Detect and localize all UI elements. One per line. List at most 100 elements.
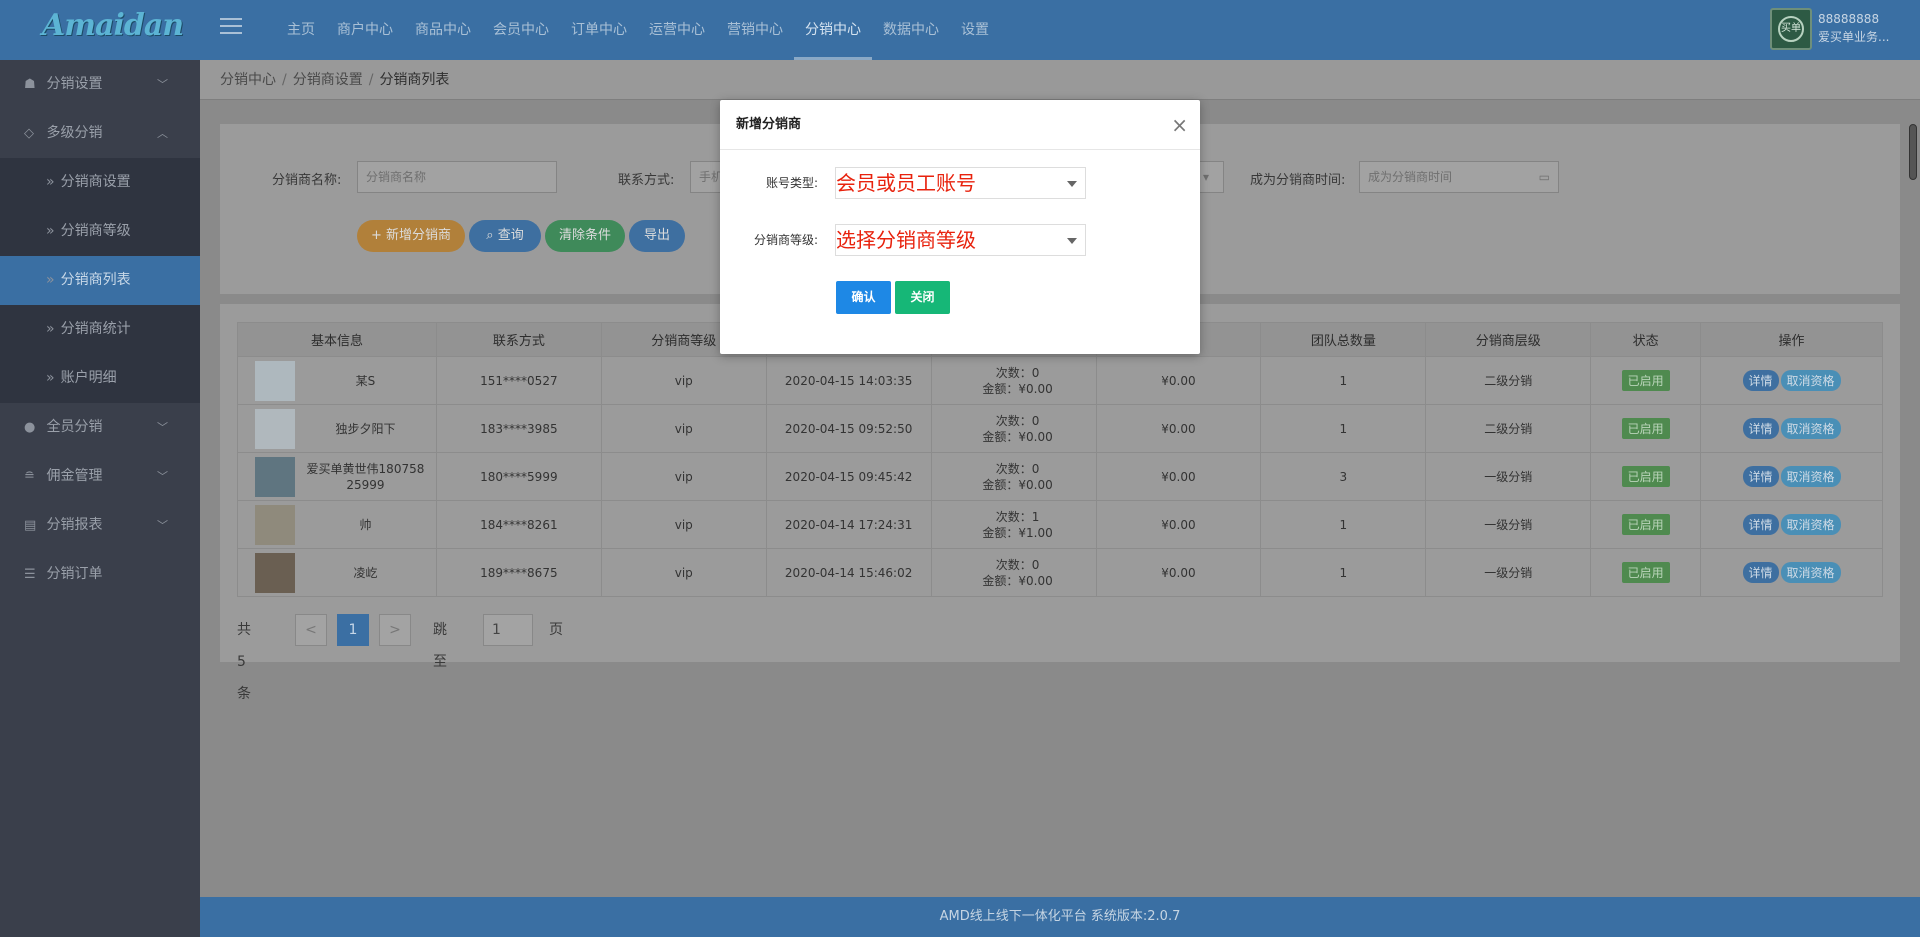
avatar [255, 504, 295, 545]
col-contact: 联系方式 [435, 322, 602, 357]
nav-distribution[interactable]: 分销中心 [794, 0, 872, 60]
search-icon: ⌕ [486, 228, 498, 243]
name-filter-input[interactable]: 分销商名称 [357, 161, 557, 193]
tier-cell: 一级分销 [1425, 500, 1592, 549]
confirm-button[interactable]: 确认 [836, 281, 891, 314]
nav-data[interactable]: 数据中心 [872, 0, 950, 60]
nav-home[interactable]: 主页 [276, 0, 326, 60]
sidebar-sub-distributor-settings[interactable]: » 分销商设置 [0, 158, 200, 207]
users-icon: ☗ [24, 77, 36, 92]
nav-merchant[interactable]: 商户中心 [326, 0, 404, 60]
chevron-down-icon [1067, 238, 1077, 244]
clear-filters-button[interactable]: 清除条件 [545, 220, 625, 252]
balance-cell: ¥0.00 [1095, 452, 1262, 501]
detail-button[interactable]: 详情 [1742, 370, 1779, 391]
distributor-table: 基本信息 联系方式 分销商等级 团队总数量 分销商层级 状态 操作 某S 151… [237, 322, 1883, 597]
avatar [255, 456, 295, 497]
list-icon: ☰ [24, 567, 36, 582]
name-filter-label: 分销商名称: [272, 173, 342, 188]
cancel-qualification-button[interactable]: 取消资格 [1780, 370, 1841, 391]
time-filter-label: 成为分销商时间: [1250, 173, 1346, 188]
sidebar-item-commission[interactable]: ≘ 佣金管理 ﹀ [0, 452, 200, 501]
time-filter-input[interactable]: 成为分销商时间 ▭ [1359, 161, 1559, 193]
distributor-level-value: 选择分销商等级 [836, 228, 976, 252]
cancel-qualification-button[interactable]: 取消资格 [1780, 418, 1841, 439]
close-icon[interactable]: × [1171, 100, 1188, 150]
next-page-button[interactable]: > [379, 614, 411, 646]
top-bar: Amaidan 主页 商户中心 商品中心 会员中心 订单中心 运营中心 营销中心… [0, 0, 1920, 60]
breadcrumb: 分销中心 / 分销商设置 / 分销商列表 [200, 60, 1920, 100]
chevron-down-icon: ﹀ [157, 519, 168, 532]
sidebar-item-distribution-settings[interactable]: ☗ 分销设置 ﹀ [0, 60, 200, 109]
jump-input[interactable]: 1 [483, 614, 533, 646]
user-name: 爱买单业务... [1818, 30, 1890, 44]
status-cell: 已启用 [1590, 500, 1702, 549]
nav-order[interactable]: 订单中心 [560, 0, 638, 60]
sidebar-sub-label: 分销商设置 [60, 174, 131, 190]
tier-cell: 一级分销 [1425, 548, 1592, 597]
balance-cell: ¥0.00 [1095, 548, 1262, 597]
account-type-select[interactable]: 会员或员工账号 [835, 167, 1086, 199]
account-type-label: 账号类型: [765, 176, 818, 190]
orders-cell: 次数：0 金额：¥0.00 [930, 404, 1097, 453]
sidebar-sub-distributor-stats[interactable]: » 分销商统计 [0, 305, 200, 354]
sidebar-item-orders[interactable]: ☰ 分销订单 [0, 550, 200, 599]
prev-page-button[interactable]: < [295, 614, 327, 646]
detail-button[interactable]: 详情 [1742, 418, 1779, 439]
account-type-row: 账号类型: 会员或员工账号 [720, 167, 1200, 199]
breadcrumb-item[interactable]: 分销中心 [220, 72, 276, 88]
add-distributor-button[interactable]: + 新增分销商 [357, 220, 465, 252]
breadcrumb-item[interactable]: 分销商设置 [293, 72, 363, 88]
current-page[interactable]: 1 [337, 614, 369, 646]
table-row: 凌屹 189****8675 vip 2020-04-14 15:46:02 次… [237, 548, 1883, 597]
sidebar-sub-label: 分销商列表 [60, 272, 131, 288]
col-tier: 分销商层级 [1425, 322, 1592, 357]
team-cell: 3 [1260, 452, 1427, 501]
cancel-qualification-button[interactable]: 取消资格 [1780, 514, 1841, 535]
avatar [255, 360, 295, 401]
app-root: Amaidan 主页 商户中心 商品中心 会员中心 订单中心 运营中心 营销中心… [0, 0, 1920, 937]
sidebar-sub-distributor-level[interactable]: » 分销商等级 [0, 207, 200, 256]
sidebar-item-all-staff[interactable]: ● 全员分销 ﹀ [0, 403, 200, 452]
scrollbar[interactable] [1909, 124, 1917, 180]
time-cell: 2020-04-15 14:03:35 [765, 356, 932, 405]
cancel-qualification-button[interactable]: 取消资格 [1780, 466, 1841, 487]
nav-operation[interactable]: 运营中心 [638, 0, 716, 60]
sidebar-item-reports[interactable]: ▤ 分销报表 ﹀ [0, 501, 200, 550]
status-badge: 已启用 [1621, 466, 1670, 487]
orders-cell: 次数：1 金额：¥1.00 [930, 500, 1097, 549]
chevron-down-icon [1067, 181, 1077, 187]
close-button[interactable]: 关闭 [895, 281, 950, 314]
tier-cell: 一级分销 [1425, 452, 1592, 501]
detail-button[interactable]: 详情 [1742, 466, 1779, 487]
menu-toggle-icon[interactable] [220, 18, 242, 38]
sidebar-item-label: 全员分销 [46, 419, 103, 435]
sidebar-item-multilevel[interactable]: ◇ 多级分销 ︿ [0, 109, 200, 158]
query-button[interactable]: ⌕ 查询 [469, 220, 541, 252]
distributor-level-label: 分销商等级: [753, 233, 818, 247]
detail-button[interactable]: 详情 [1742, 562, 1779, 583]
diamond-icon: ◇ [24, 126, 34, 141]
orders-cell: 次数：0 金额：¥0.00 [930, 548, 1097, 597]
sidebar-sub-account-detail[interactable]: » 账户明细 [0, 354, 200, 403]
user-id: 88888888 [1818, 12, 1880, 26]
table-row: 某S 151****0527 vip 2020-04-15 14:03:35 次… [237, 356, 1883, 405]
nav-settings[interactable]: 设置 [950, 0, 1000, 60]
export-button[interactable]: 导出 [629, 220, 685, 252]
sidebar-sub-distributor-list[interactable]: » 分销商列表 [0, 256, 200, 305]
nav-marketing[interactable]: 营销中心 [716, 0, 794, 60]
detail-button[interactable]: 详情 [1742, 514, 1779, 535]
team-cell: 1 [1260, 500, 1427, 549]
user-info[interactable]: 买单 88888888 爱买单业务... [1770, 8, 1889, 52]
distributor-name: 某S [355, 373, 376, 388]
phone-cell: 189****8675 [435, 548, 602, 597]
cancel-qualification-button[interactable]: 取消资格 [1780, 562, 1841, 583]
balance-cell: ¥0.00 [1095, 356, 1262, 405]
time-cell: 2020-04-14 15:46:02 [765, 548, 932, 597]
distributor-level-select[interactable]: 选择分销商等级 [835, 224, 1086, 256]
avatar[interactable]: 买单 [1770, 8, 1812, 50]
nav-goods[interactable]: 商品中心 [404, 0, 482, 60]
chevron-down-icon: ﹀ [157, 78, 168, 91]
level-cell: vip [600, 500, 767, 549]
nav-member[interactable]: 会员中心 [482, 0, 560, 60]
